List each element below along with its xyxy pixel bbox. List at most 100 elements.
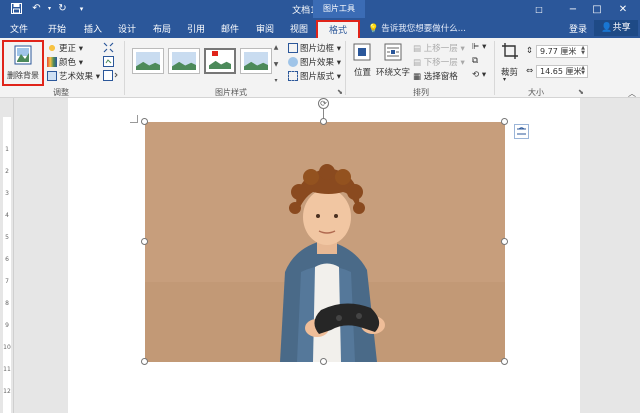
resize-handle-top[interactable] <box>320 118 327 125</box>
picture-style-thumbnail[interactable] <box>204 48 236 74</box>
resize-handle-top-right[interactable] <box>501 118 508 125</box>
reset-picture-icon[interactable] <box>103 70 119 84</box>
login-link[interactable]: 登录 <box>569 22 587 35</box>
tab-format[interactable]: 格式 <box>316 20 360 40</box>
wrap-text-button[interactable]: 环绕文字 <box>376 66 410 78</box>
crop-icon[interactable] <box>501 42 519 63</box>
layout-options-button[interactable] <box>514 124 529 139</box>
color-palette-icon <box>47 57 57 67</box>
color-button[interactable]: 颜色 ▾ <box>47 56 83 68</box>
person-icon: 👤 <box>601 23 613 33</box>
boy-with-game-controller-image <box>145 122 505 362</box>
position-button[interactable]: 位置 <box>354 66 371 78</box>
close-button[interactable]: ✕ <box>612 0 634 18</box>
maximize-button[interactable]: □ <box>586 0 608 18</box>
crop-dropdown-icon[interactable]: ▾ <box>503 76 506 83</box>
tab-insert[interactable]: 插入 <box>84 22 102 35</box>
width-input[interactable]: 14.65 厘米 ▲ ▼ <box>536 65 588 78</box>
corrections-button[interactable]: 更正 ▾ <box>47 42 83 54</box>
compress-pictures-icon[interactable] <box>103 42 114 56</box>
ruler-mark: 11 <box>3 366 11 373</box>
ruler-mark: 7 <box>5 278 9 285</box>
size-dialog-launcher-icon[interactable]: ⬊ <box>578 88 584 96</box>
resize-handle-top-left[interactable] <box>141 118 148 125</box>
more-styles-icon[interactable]: ▾ <box>274 77 277 84</box>
share-label: 共享 <box>612 23 631 33</box>
ruler-mark: 2 <box>5 168 9 175</box>
picture-border-label: 图片边框 <box>300 44 335 54</box>
ruler-mark: 12 <box>3 388 11 395</box>
picture-tools-context-label: 图片工具 <box>313 0 365 18</box>
group-separator <box>124 41 125 95</box>
ribbon-display-options-icon[interactable]: □ <box>528 0 550 18</box>
picture-border-icon <box>288 43 298 53</box>
picture-style-thumbnail[interactable] <box>240 48 272 74</box>
selection-pane-icon: ▦ <box>413 72 422 82</box>
picture-layout-button[interactable]: 图片版式 ▾ <box>288 70 341 82</box>
tab-review[interactable]: 审阅 <box>256 22 274 35</box>
minimize-button[interactable]: − <box>562 0 584 18</box>
width-spinner[interactable]: ▲ ▼ <box>581 66 585 76</box>
color-label: 颜色 <box>59 58 77 68</box>
send-backward-icon: ▤ <box>413 58 422 68</box>
height-value: 9.77 厘米 <box>540 47 577 56</box>
layout-options-icon <box>517 127 526 135</box>
share-button[interactable]: 👤共享 <box>594 20 638 36</box>
picture-styles-scroll[interactable]: ▲ ▼ ▾ <box>272 44 280 84</box>
tab-references[interactable]: 引用 <box>187 22 205 35</box>
picture-style-thumbnail[interactable] <box>168 48 200 74</box>
tell-me-search[interactable]: 💡 告诉我您想要做什么... <box>368 22 466 34</box>
picture-style-thumbnail[interactable] <box>132 48 164 74</box>
height-input[interactable]: 9.77 厘米 ▲ ▼ <box>536 45 588 58</box>
height-spinner[interactable]: ▲ ▼ <box>581 46 585 56</box>
selected-picture[interactable] <box>145 122 505 362</box>
ruler-mark: 5 <box>5 234 9 241</box>
bring-forward-icon: ▤ <box>413 44 422 54</box>
artistic-effects-label: 艺术效果 <box>59 72 94 82</box>
tab-file[interactable]: 文件 <box>10 22 28 35</box>
resize-handle-bottom-left[interactable] <box>141 358 148 365</box>
tab-mailings[interactable]: 邮件 <box>221 22 239 35</box>
height-icon: ⇕ <box>526 46 534 56</box>
tab-view[interactable]: 视图 <box>290 22 308 35</box>
ruler-mark: 9 <box>5 322 9 329</box>
rotate-handle[interactable]: ⟳ <box>318 98 329 109</box>
vertical-ruler: 1 2 3 4 5 6 7 8 9 10 11 12 <box>0 98 14 413</box>
group-separator <box>494 41 495 95</box>
picture-layout-label: 图片版式 <box>300 72 335 82</box>
resize-handle-bottom[interactable] <box>320 358 327 365</box>
align-icon[interactable]: ⊫ ▾ <box>472 42 486 52</box>
chevron-up-icon[interactable]: ▲ <box>274 44 279 51</box>
resize-handle-right[interactable] <box>501 238 508 245</box>
remove-background-icon <box>14 45 32 65</box>
change-picture-icon[interactable] <box>103 56 114 70</box>
arrange-group-label: 排列 <box>413 88 429 97</box>
dialog-launcher-icon[interactable]: ⬊ <box>337 88 343 96</box>
tab-home[interactable]: 开始 <box>48 22 66 35</box>
corrections-label: 更正 <box>59 44 77 54</box>
remove-background-button[interactable]: 删除背景 <box>2 40 44 86</box>
picture-effects-label: 图片效果 <box>300 58 335 68</box>
bring-forward-button[interactable]: ▤ 上移一层 ▾ <box>413 42 465 54</box>
ruler-mark: 1 <box>5 146 9 153</box>
picture-effects-button[interactable]: 图片效果 ▾ <box>288 56 341 68</box>
picture-layout-icon <box>288 71 298 81</box>
send-backward-button[interactable]: ▤ 下移一层 ▾ <box>413 56 465 68</box>
rotate-icon[interactable]: ⟲ ▾ <box>472 70 486 80</box>
resize-handle-bottom-right[interactable] <box>501 358 508 365</box>
artistic-effects-button[interactable]: 艺术效果 ▾ <box>47 70 100 82</box>
tab-layout[interactable]: 布局 <box>153 22 171 35</box>
selection-pane-button[interactable]: ▦ 选择窗格 <box>413 70 458 82</box>
lightbulb-icon: 💡 <box>368 24 379 34</box>
position-icon[interactable] <box>353 43 371 64</box>
remove-background-label: 删除背景 <box>7 71 39 80</box>
group-separator <box>345 41 346 95</box>
group-objects-icon[interactable]: ⧉ <box>472 56 478 66</box>
chevron-down-icon[interactable]: ▼ <box>274 61 279 68</box>
tab-design[interactable]: 设计 <box>118 22 136 35</box>
resize-handle-left[interactable] <box>141 238 148 245</box>
picture-border-button[interactable]: 图片边框 ▾ <box>288 42 341 54</box>
selection-pane-label: 选择窗格 <box>423 72 458 82</box>
wrap-text-icon[interactable] <box>384 43 402 64</box>
tell-me-placeholder: 告诉我您想要做什么... <box>381 24 466 34</box>
